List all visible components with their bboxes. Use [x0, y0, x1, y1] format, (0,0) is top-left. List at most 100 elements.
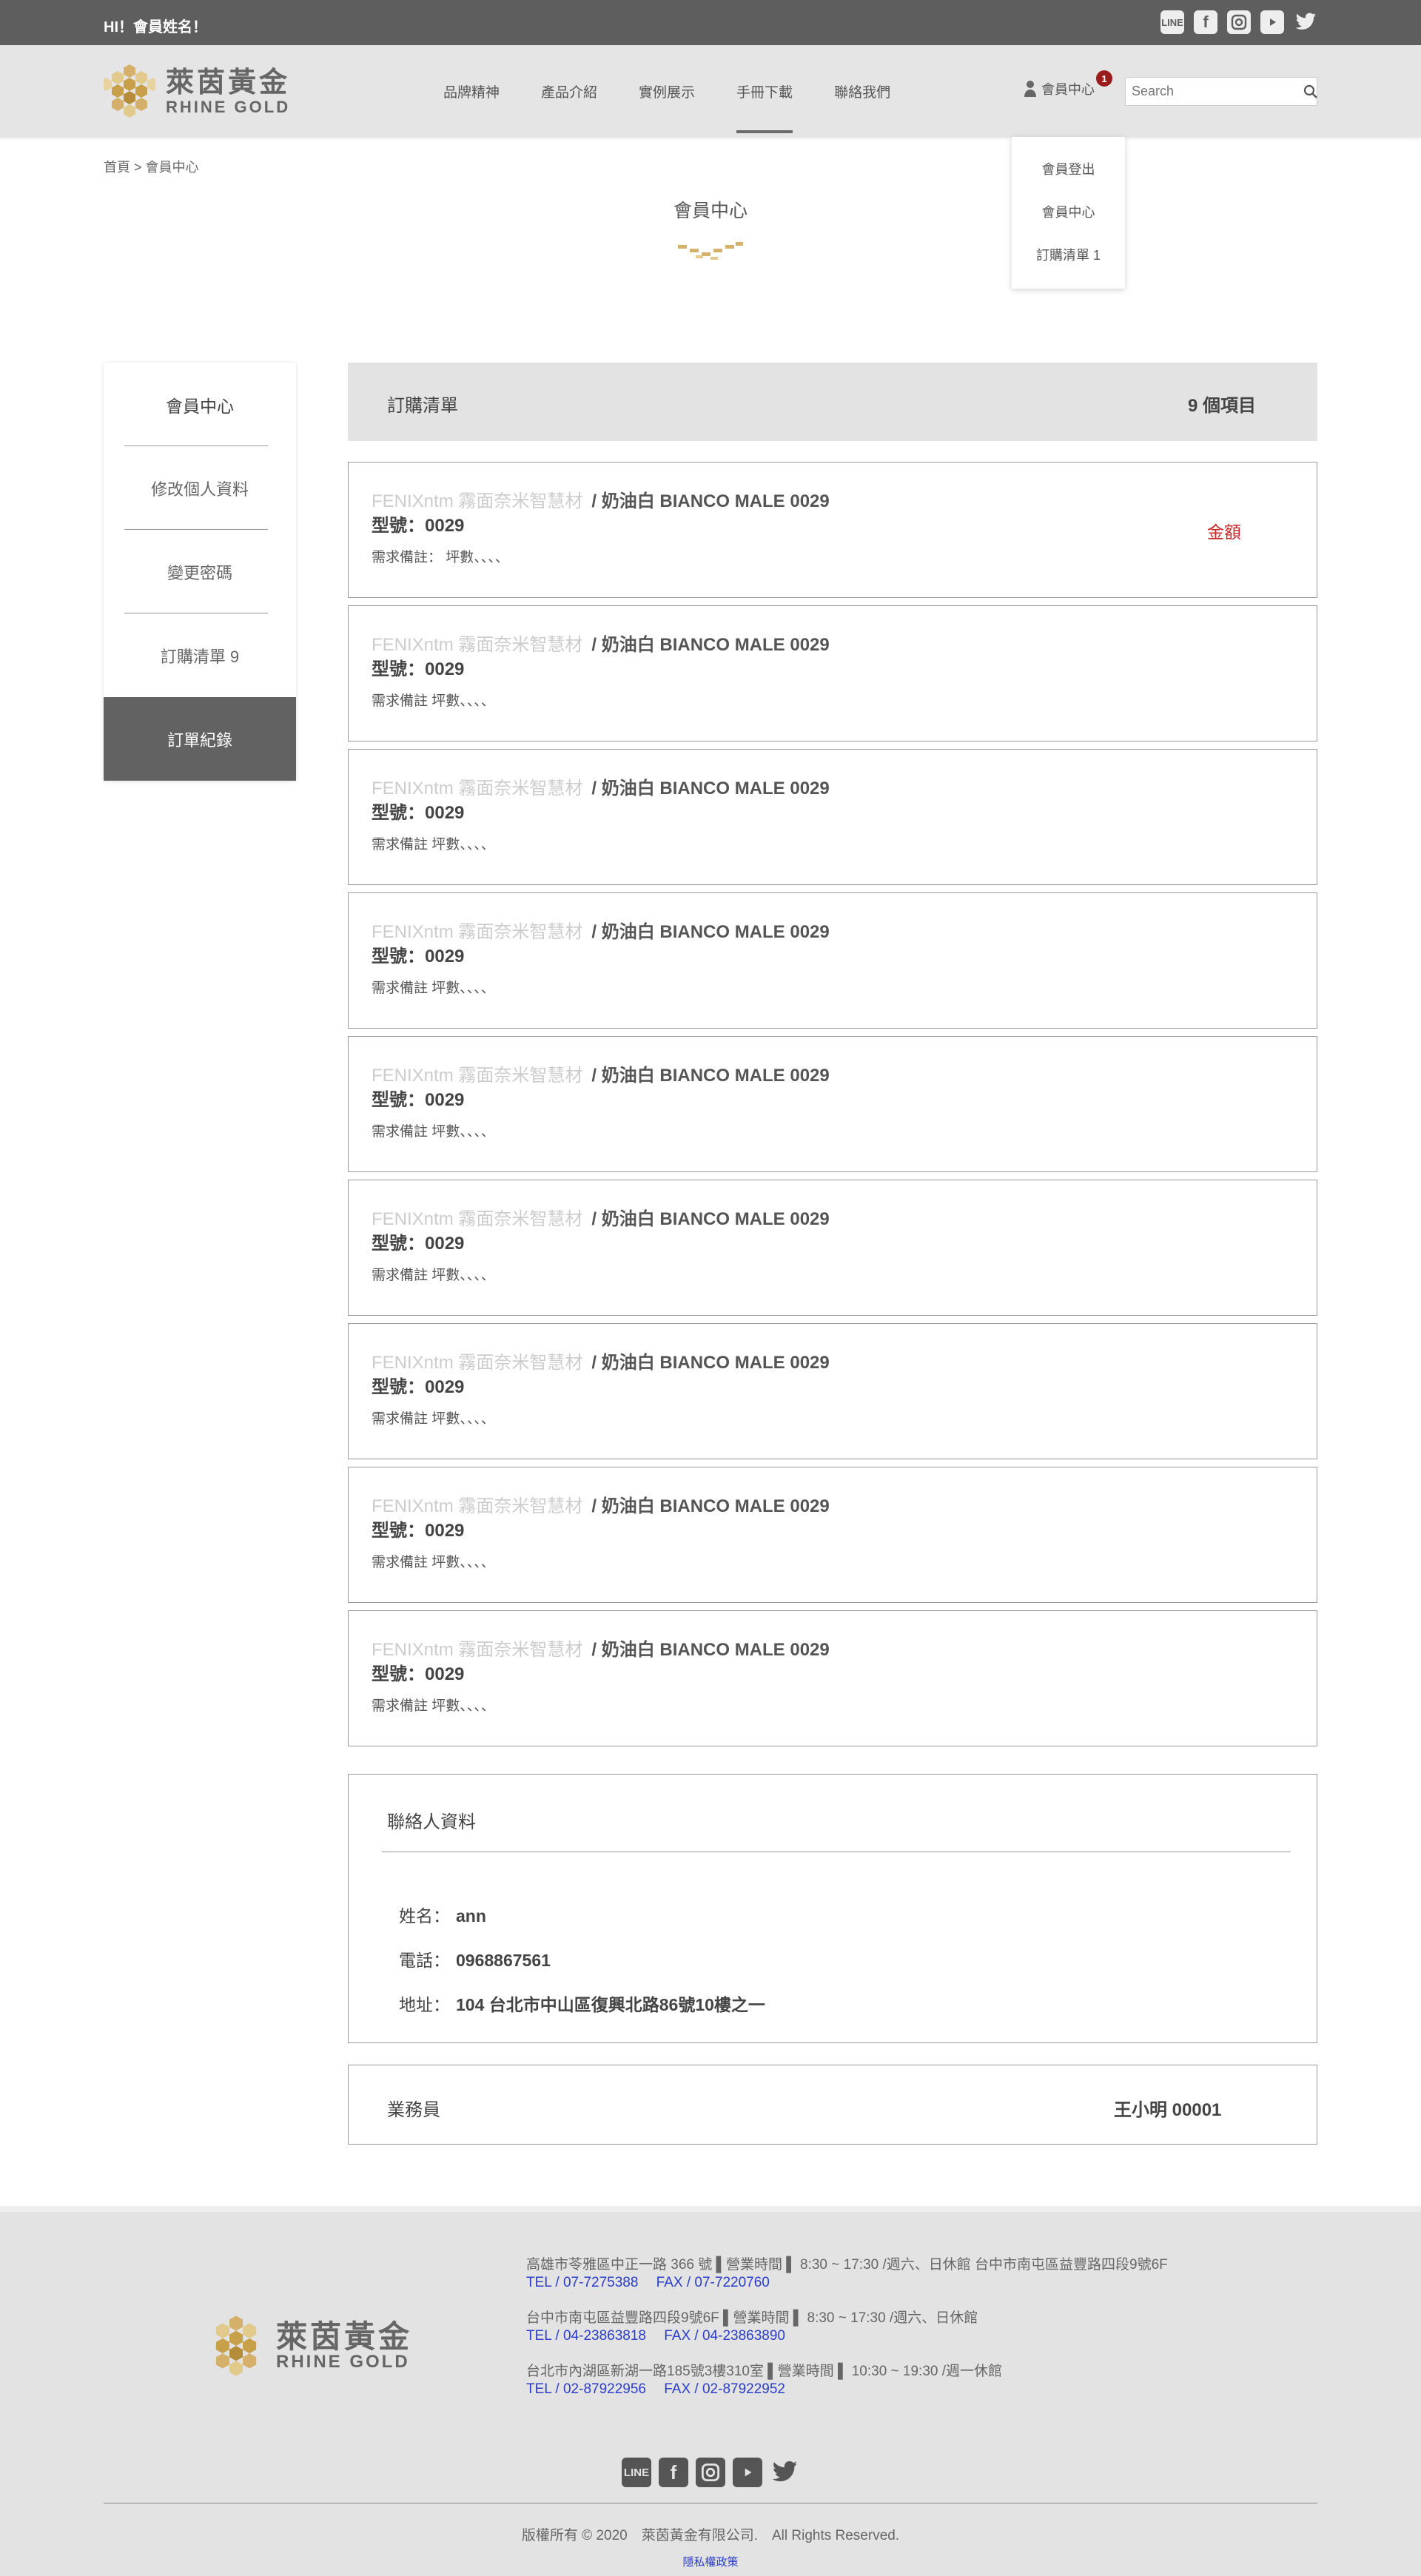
- cart-item[interactable]: FENIXntm 霧面奈米智慧材 / 奶油白 BIANCO MALE 0029 型…: [348, 1323, 1317, 1459]
- cart-item[interactable]: FENIXntm 霧面奈米智慧材 / 奶油白 BIANCO MALE 0029 型…: [348, 749, 1317, 885]
- item-amount: 金額: [1207, 522, 1241, 542]
- item-spec: / 奶油白 BIANCO MALE 0029: [591, 635, 830, 655]
- item-spec: / 奶油白 BIANCO MALE 0029: [591, 1066, 830, 1086]
- member-center-link[interactable]: 會員中心 1: [1024, 70, 1112, 98]
- dropdown-cart[interactable]: 訂購清單 1: [1036, 245, 1101, 288]
- sidebar-title[interactable]: 會員中心: [104, 363, 296, 446]
- salesperson-label: 業務員: [387, 2100, 440, 2120]
- contact-title: 聯絡人資料: [387, 1812, 476, 1832]
- person-icon: [1024, 81, 1036, 97]
- contact-name-row: 姓名： ann: [399, 1906, 486, 1926]
- member-label: 會員中心: [1041, 82, 1095, 97]
- nav-cases[interactable]: 實例展示: [618, 45, 716, 138]
- item-model: 型號：0029: [372, 803, 465, 823]
- logo-en: RHINE GOLD: [166, 98, 291, 116]
- item-spec: / 奶油白 BIANCO MALE 0029: [591, 491, 830, 511]
- item-brand[interactable]: FENIXntm 霧面奈米智慧材: [372, 1640, 582, 1660]
- youtube-icon[interactable]: [733, 2458, 762, 2487]
- top-bar: HI！會員姓名！ LINE f: [0, 0, 1421, 45]
- branch-taipei: 台北市內湖區新湖一路185號3樓310室 ▌營業時間 ▌ 10:30 ~ 19:…: [526, 2364, 1003, 2397]
- item-note: 需求備註： 坪數、、、、: [372, 550, 509, 565]
- youtube-icon[interactable]: [1260, 10, 1284, 34]
- item-spec: / 奶油白 BIANCO MALE 0029: [591, 1353, 830, 1373]
- item-spec: / 奶油白 BIANCO MALE 0029: [591, 778, 830, 798]
- cart-item[interactable]: FENIXntm 霧面奈米智慧材 / 奶油白 BIANCO MALE 0029 型…: [348, 1036, 1317, 1172]
- nav-products[interactable]: 產品介紹: [520, 45, 618, 138]
- logo-cn: 萊茵黃金: [166, 66, 291, 98]
- item-brand[interactable]: FENIXntm 霧面奈米智慧材: [372, 1209, 582, 1229]
- page-title: 會員中心: [673, 201, 748, 221]
- social-links: LINE f: [1160, 10, 1317, 34]
- item-model: 型號：0029: [372, 1521, 465, 1541]
- footer-social-links: LINE f: [622, 2458, 799, 2487]
- contact-address: 104 台北市中山區復興北路86號10樓之一: [456, 1995, 765, 2014]
- search-icon[interactable]: [1303, 78, 1318, 105]
- nav-downloads[interactable]: 手冊下載: [716, 45, 813, 138]
- cart-item[interactable]: FENIXntm 霧面奈米智慧材 / 奶油白 BIANCO MALE 0029 型…: [348, 892, 1317, 1029]
- item-note: 需求備註 坪數、、、、: [372, 1555, 495, 1570]
- item-spec: / 奶油白 BIANCO MALE 0029: [591, 1496, 830, 1516]
- cart-item-count: 9 個項目: [1187, 396, 1256, 416]
- logo-hex-icon: [215, 2316, 257, 2376]
- cart-count-badge: 1: [1096, 70, 1112, 87]
- twitter-icon[interactable]: [1294, 10, 1317, 34]
- item-brand[interactable]: FENIXntm 霧面奈米智慧材: [372, 635, 582, 655]
- nav-contact[interactable]: 聯絡我們: [813, 45, 911, 138]
- footer-branches: 高雄市苓雅區中正一路 366 號 ▌營業時間 ▌ 8:30 ~ 17:30 /週…: [526, 2256, 1168, 2416]
- item-brand[interactable]: FENIXntm 霧面奈米智慧材: [372, 1496, 582, 1516]
- line-icon[interactable]: LINE: [1160, 10, 1184, 34]
- item-brand[interactable]: FENIXntm 霧面奈米智慧材: [372, 1066, 582, 1086]
- salesperson-value: 王小明 00001: [1114, 2100, 1222, 2120]
- breadcrumb[interactable]: 首頁 > 會員中心: [104, 157, 199, 176]
- member-sidebar: 會員中心 修改個人資料 變更密碼 訂購清單 9 訂單紀錄: [104, 363, 296, 781]
- item-model: 型號：0029: [372, 659, 465, 679]
- sidebar-item-cart[interactable]: 訂購清單 9: [104, 613, 296, 697]
- instagram-icon[interactable]: [696, 2458, 725, 2487]
- branch-kaohsiung: 高雄市苓雅區中正一路 366 號 ▌營業時間 ▌ 8:30 ~ 17:30 /週…: [526, 2257, 1168, 2290]
- cart-item[interactable]: FENIXntm 霧面奈米智慧材 / 奶油白 BIANCO MALE 0029 型…: [348, 1180, 1317, 1316]
- item-brand[interactable]: FENIXntm 霧面奈米智慧材: [372, 1353, 582, 1373]
- contact-info-panel: 聯絡人資料 姓名： ann 電話： 0968867561 地址： 104 台北市中山區…: [348, 1774, 1317, 2043]
- item-model: 型號：0029: [372, 1234, 465, 1254]
- item-note: 需求備註 坪數、、、、: [372, 1698, 495, 1714]
- sidebar-item-password[interactable]: 變更密碼: [104, 530, 296, 613]
- gold-bars-icon: [678, 242, 743, 260]
- contact-phone: 0968867561: [456, 1951, 551, 1970]
- sidebar-item-profile[interactable]: 修改個人資料: [104, 446, 296, 530]
- item-spec: / 奶油白 BIANCO MALE 0029: [591, 1209, 830, 1229]
- line-icon[interactable]: LINE: [622, 2458, 651, 2487]
- facebook-icon[interactable]: f: [1194, 10, 1217, 34]
- privacy-policy-link[interactable]: 隱私權政策: [0, 2554, 1421, 2569]
- item-model: 型號：0029: [372, 516, 465, 536]
- item-model: 型號：0029: [372, 1664, 465, 1684]
- greeting-text: HI！會員姓名！: [104, 19, 207, 36]
- search-input[interactable]: [1126, 78, 1303, 105]
- facebook-icon[interactable]: f: [659, 2458, 688, 2487]
- cart-item[interactable]: FENIXntm 霧面奈米智慧材 / 奶油白 BIANCO MALE 0029 型…: [348, 462, 1317, 598]
- sidebar-item-orders[interactable]: 訂單紀錄: [104, 697, 296, 781]
- item-note: 需求備註 坪數、、、、: [372, 981, 495, 996]
- item-note: 需求備註 坪數、、、、: [372, 1124, 495, 1140]
- copyright-text: 版權所有 © 2020 萊茵黃金有限公司. All Rights Reserve…: [521, 2528, 900, 2543]
- footer-logo-cn: 萊茵黃金: [276, 2318, 413, 2355]
- footer: 萊茵黃金 RHINE GOLD 高雄市苓雅區中正一路 366 號 ▌營業時間 ▌…: [0, 2206, 1421, 2576]
- cart-item[interactable]: FENIXntm 霧面奈米智慧材 / 奶油白 BIANCO MALE 0029 型…: [348, 1610, 1317, 1746]
- item-brand[interactable]: FENIXntm 霧面奈米智慧材: [372, 491, 582, 511]
- cart-item[interactable]: FENIXntm 霧面奈米智慧材 / 奶油白 BIANCO MALE 0029 型…: [348, 1467, 1317, 1603]
- nav-brand[interactable]: 品牌精神: [423, 45, 520, 138]
- footer-logo[interactable]: 萊茵黃金 RHINE GOLD: [206, 2314, 412, 2378]
- item-model: 型號：0029: [372, 1090, 465, 1110]
- contact-phone-row: 電話： 0968867561: [399, 1951, 551, 1970]
- instagram-icon[interactable]: [1227, 10, 1251, 34]
- search-box: [1125, 77, 1317, 106]
- item-model: 型號：0029: [372, 946, 465, 966]
- item-model: 型號：0029: [372, 1377, 465, 1397]
- contact-address-row: 地址： 104 台北市中山區復興北路86號10樓之一: [399, 1995, 765, 2014]
- item-note: 需求備註 坪數、、、、: [372, 693, 495, 709]
- twitter-icon[interactable]: [770, 2458, 799, 2487]
- cart-header: 訂購清單 9 個項目: [348, 363, 1317, 441]
- logo[interactable]: 萊茵黃金 RHINE GOLD: [104, 63, 290, 119]
- item-brand[interactable]: FENIXntm 霧面奈米智慧材: [372, 778, 582, 798]
- cart-item[interactable]: FENIXntm 霧面奈米智慧材 / 奶油白 BIANCO MALE 0029 型…: [348, 605, 1317, 741]
- item-brand[interactable]: FENIXntm 霧面奈米智慧材: [372, 922, 582, 942]
